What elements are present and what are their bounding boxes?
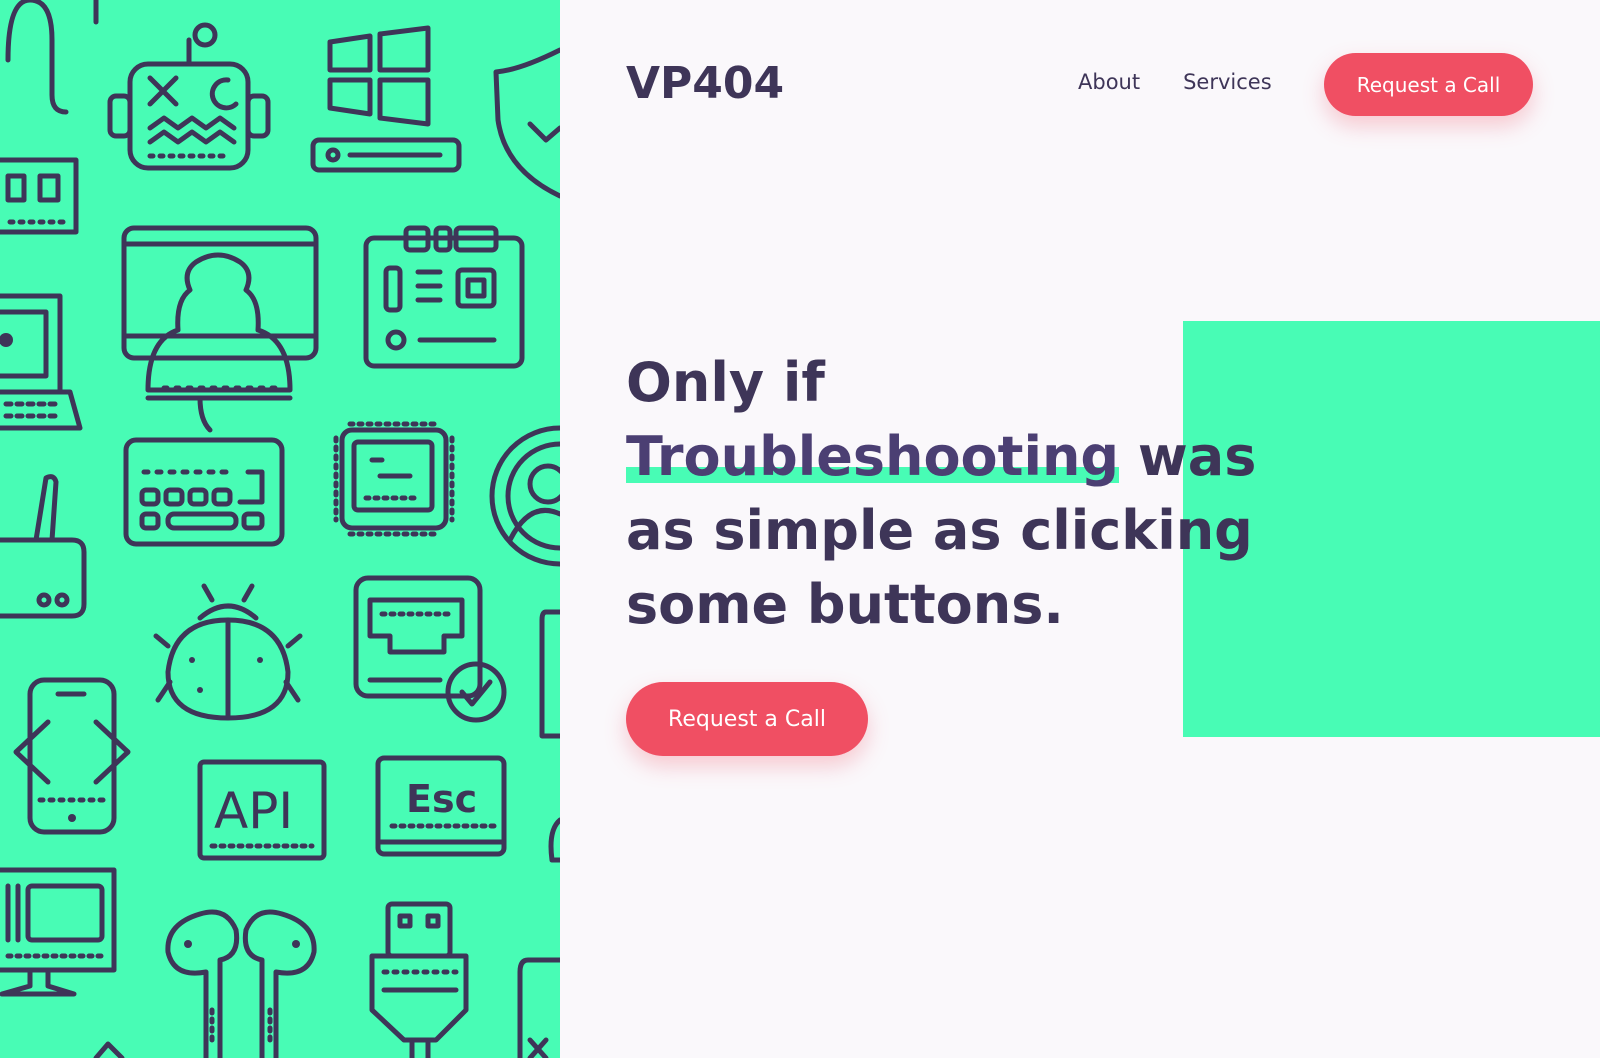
- hero-title-start: Only if: [626, 351, 825, 414]
- cpu-chip-icon: [333, 421, 455, 537]
- nav-link-services[interactable]: Services: [1183, 70, 1272, 94]
- windows-logo-icon: [310, 25, 462, 173]
- keyboard-icon: [123, 437, 285, 547]
- esc-key-icon: Esc: [375, 755, 507, 857]
- usb-plug-icon: [369, 901, 469, 1058]
- ram-chip-icon: [0, 157, 79, 235]
- brand-logo[interactable]: VP404: [626, 58, 784, 109]
- main-nav: About Services: [1078, 70, 1315, 94]
- robot-icon: [107, 22, 271, 171]
- steering-wheel-icon: [489, 425, 560, 567]
- tablet-edge-icon: [517, 609, 560, 1058]
- tech-icons-illustration: API Esc: [0, 0, 560, 1058]
- esc-label: Esc: [406, 777, 477, 821]
- router-icon: [0, 474, 87, 619]
- motherboard-icon: [363, 225, 525, 369]
- nav-link-about[interactable]: About: [1078, 70, 1140, 94]
- api-label: API: [214, 782, 293, 840]
- shield-check-icon: [493, 47, 560, 199]
- landing-page: API Esc VP404 About Services Request a C…: [0, 0, 1600, 1058]
- hero-title: Only if Troubleshooting was as simple as …: [626, 346, 1326, 642]
- cable-icon: [5, 0, 99, 115]
- api-icon: API: [197, 759, 327, 861]
- phone-code-icon: [13, 677, 131, 835]
- header-request-call-button[interactable]: Request a Call: [1324, 53, 1533, 116]
- laptop-icon: [0, 293, 83, 431]
- hero-request-call-button[interactable]: Request a Call: [626, 682, 868, 756]
- user-at-computer-icon: [121, 225, 319, 433]
- bug-icon: [153, 583, 303, 721]
- monitor-icon: [0, 867, 117, 997]
- earbuds-icon: [93, 909, 317, 1058]
- hero-title-highlight: Troubleshooting: [626, 425, 1120, 488]
- ethernet-port-icon: [353, 575, 507, 723]
